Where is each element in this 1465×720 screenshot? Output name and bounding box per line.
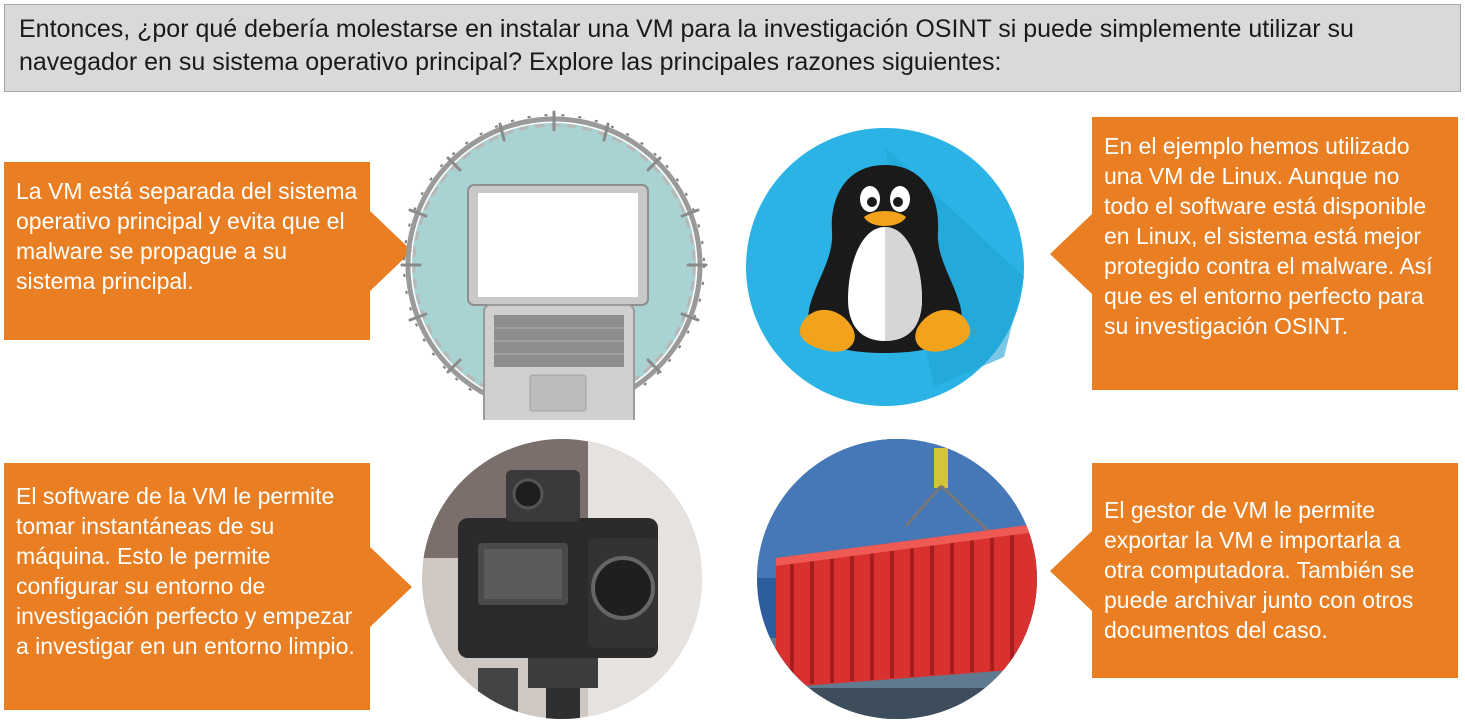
shipping-container-icon [756,438,1038,720]
callout-isolation-text: La VM está separada del sistema operativ… [16,178,358,294]
laptop-barbed-wire-icon [388,110,720,426]
callout-linux: En el ejemplo hemos utilizado una VM de … [1092,117,1458,390]
callout-export-text: El gestor de VM le permite exportar la V… [1104,497,1415,643]
callout-snapshots-text: El software de la VM le permite tomar in… [16,483,355,659]
callout-linux-text: En el ejemplo hemos utilizado una VM de … [1104,133,1433,339]
callout-isolation: La VM está separada del sistema operativ… [4,162,370,340]
callout-export: El gestor de VM le permite exportar la V… [1092,463,1458,678]
linux-penguin-icon [744,127,1026,407]
header-banner: Entonces, ¿por qué debería molestarse en… [4,4,1461,92]
camera-icon [418,438,706,720]
header-text: Entonces, ¿por qué debería molestarse en… [19,15,1354,76]
callout-snapshots: El software de la VM le permite tomar in… [4,463,370,710]
